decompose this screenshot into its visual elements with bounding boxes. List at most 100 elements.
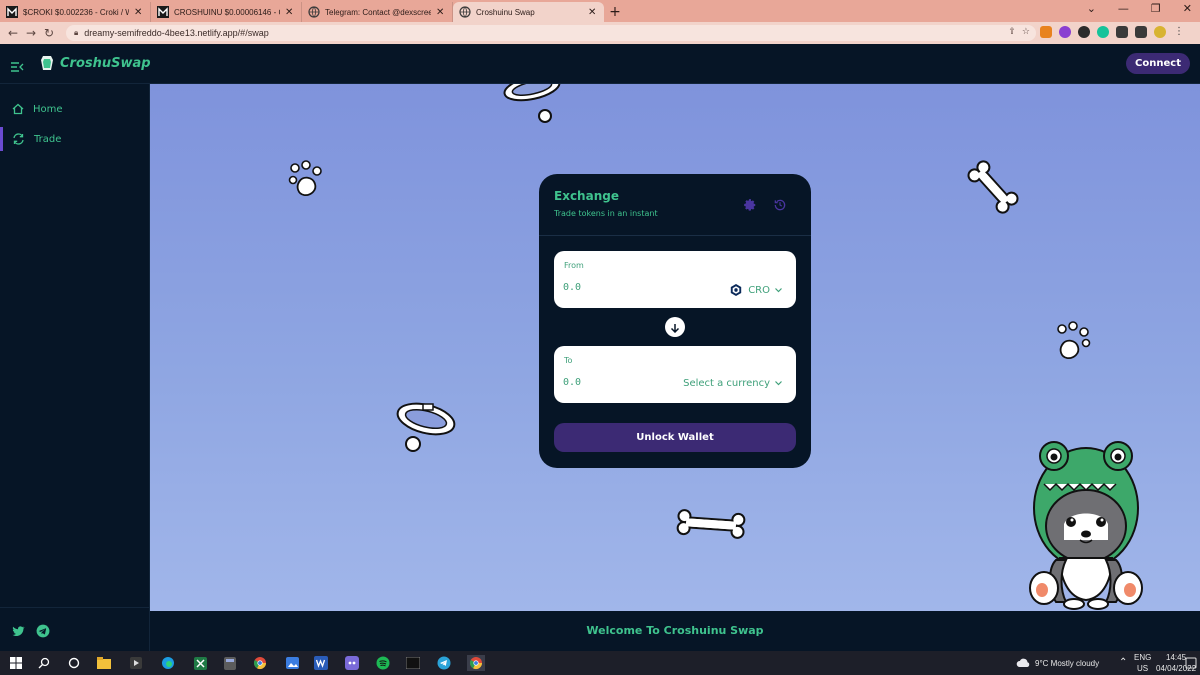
puzzle-extensions-icon[interactable] (1116, 26, 1128, 38)
telegram-desktop-icon[interactable] (436, 655, 452, 671)
from-amount-input[interactable] (563, 282, 673, 293)
paw-print-decoration (1057, 321, 1091, 359)
search-icon[interactable] (36, 655, 52, 671)
browser-tab-croshuinu-swap[interactable]: Croshuinu Swap ✕ (453, 2, 604, 22)
forward-icon[interactable]: → (22, 26, 40, 40)
twitter-icon[interactable] (11, 623, 25, 637)
exchange-title: Exchange (554, 189, 619, 203)
home-icon (12, 100, 24, 119)
notification-icon[interactable] (1183, 655, 1199, 671)
window-controls: ⌄ — ❐ ✕ (1087, 2, 1192, 15)
url-text: dreamy-semifreddo-4bee13.netlify.app/#/s… (84, 28, 269, 38)
to-label: To (564, 356, 573, 365)
sidebar-item-label: Home (33, 103, 63, 115)
unlock-wallet-button[interactable]: Unlock Wallet (554, 423, 796, 452)
word-icon[interactable] (313, 655, 329, 671)
sidebar-item-trade[interactable]: Trade (0, 127, 150, 151)
browser-menu-icon[interactable]: ⋮ (1173, 26, 1185, 38)
dexscreener-icon (6, 6, 18, 18)
weather-cloud-icon[interactable] (1015, 655, 1031, 671)
to-token-placeholder: Select a currency (683, 378, 770, 389)
browser-tab-croki[interactable]: $CROKI $0.002236 - Croki / WCRO ✕ (0, 2, 151, 22)
photos-icon[interactable] (284, 655, 300, 671)
calculator-icon[interactable] (222, 655, 238, 671)
close-icon[interactable]: ✕ (436, 7, 446, 18)
tab-title: Croshuinu Swap (476, 7, 535, 17)
sync-extension-icon[interactable] (1078, 26, 1090, 38)
minimize-icon[interactable]: — (1118, 2, 1129, 15)
to-field: To Select a currency (554, 346, 796, 403)
chevron-down-icon (775, 285, 782, 296)
windows-start-icon[interactable] (8, 655, 24, 671)
settings-gear-icon[interactable] (743, 197, 757, 211)
reload-icon[interactable]: ↻ (40, 26, 58, 40)
os-taskbar: 9°C Mostly cloudy ⌃ ENG US 14:45 04/04/2… (0, 651, 1200, 675)
chevron-down-icon (775, 378, 782, 389)
tab-title: Telegram: Contact @dexscreener (325, 7, 431, 17)
close-window-icon[interactable]: ✕ (1183, 2, 1192, 15)
restore-icon[interactable]: ❐ (1151, 2, 1161, 15)
weather-text[interactable]: 9°C Mostly cloudy (1035, 659, 1099, 668)
to-token-selector[interactable]: Select a currency (683, 378, 782, 389)
card-divider (539, 235, 811, 236)
profile-avatar-icon[interactable] (1154, 26, 1166, 38)
tab-search-icon[interactable]: ⌄ (1087, 2, 1096, 15)
edge-browser-icon[interactable] (160, 655, 176, 671)
chrome-icon[interactable] (252, 655, 268, 671)
language-indicator[interactable]: ENG (1134, 653, 1151, 662)
terminal-icon[interactable] (405, 655, 421, 671)
croshu-mascot-illustration (1029, 441, 1143, 610)
share-icon[interactable]: ⇪ (1008, 27, 1016, 37)
tab-title: CROSHUINU $0.00006146 - Croshuinu (174, 7, 280, 17)
browser-tab-strip: $CROKI $0.002236 - Croki / WCRO ✕ CROSHU… (0, 0, 1200, 22)
swap-direction-button[interactable] (665, 317, 685, 337)
bone-decoration (676, 509, 746, 539)
swap-page: Exchange Trade tokens in an instant From… (150, 84, 1200, 611)
telegram-icon[interactable] (36, 623, 50, 638)
connect-button[interactable]: Connect (1126, 53, 1190, 74)
globe-icon (459, 6, 471, 18)
grammarly-extension-icon[interactable] (1097, 26, 1109, 38)
spotify-icon[interactable] (375, 655, 391, 671)
to-amount-input[interactable] (563, 377, 673, 388)
cro-token-icon (729, 283, 743, 297)
cortana-icon[interactable] (66, 655, 82, 671)
excel-icon[interactable] (192, 655, 208, 671)
tab-title: $CROKI $0.002236 - Croki / WCRO (23, 7, 129, 17)
bookmark-star-icon[interactable]: ☆ (1022, 27, 1030, 37)
from-field: From CRO (554, 251, 796, 308)
metamask-extension-icon[interactable] (1040, 26, 1052, 38)
url-bar[interactable]: 🔒︎ dreamy-semifreddo-4bee13.netlify.app/… (66, 25, 1036, 41)
close-icon[interactable]: ✕ (588, 7, 598, 18)
lock-icon[interactable]: 🔒︎ (74, 28, 78, 38)
close-icon[interactable]: ✕ (285, 7, 295, 18)
dexscreener-icon (157, 6, 169, 18)
croshu-logo-icon (40, 55, 54, 71)
discord-icon[interactable] (344, 655, 360, 671)
close-icon[interactable]: ✕ (134, 7, 144, 18)
menu-collapse-icon[interactable] (10, 58, 24, 72)
welcome-text: Welcome To Croshuinu Swap (586, 624, 764, 637)
from-token-selector[interactable]: CRO (729, 283, 782, 297)
exchange-card: Exchange Trade tokens in an instant From… (539, 174, 811, 468)
brand-logo[interactable]: CroshuSwap (40, 55, 151, 71)
sidepanel-icon[interactable] (1135, 26, 1147, 38)
sidebar-item-home[interactable]: Home (0, 97, 150, 121)
file-explorer-icon[interactable] (96, 655, 112, 671)
from-token-symbol: CRO (748, 284, 770, 296)
tray-chevron-icon[interactable]: ⌃ (1119, 657, 1127, 668)
trade-icon (12, 130, 25, 149)
collar-decoration (503, 84, 561, 123)
brand-name: CroshuSwap (60, 55, 151, 71)
paw-print-decoration (288, 160, 322, 196)
back-icon[interactable]: ← (4, 26, 22, 40)
browser-tab-telegram[interactable]: Telegram: Contact @dexscreener ✕ (302, 2, 453, 22)
browser-tab-croshuinu[interactable]: CROSHUINU $0.00006146 - Croshuinu ✕ (151, 2, 302, 22)
app-footer: Welcome To Croshuinu Swap (150, 611, 1200, 651)
gem-extension-icon[interactable] (1059, 26, 1071, 38)
history-icon[interactable] (773, 197, 787, 211)
new-tab-button[interactable]: + (604, 2, 626, 22)
chrome-active-icon[interactable] (467, 655, 485, 671)
exchange-subtitle: Trade tokens in an instant (554, 209, 658, 218)
media-player-icon[interactable] (128, 655, 144, 671)
